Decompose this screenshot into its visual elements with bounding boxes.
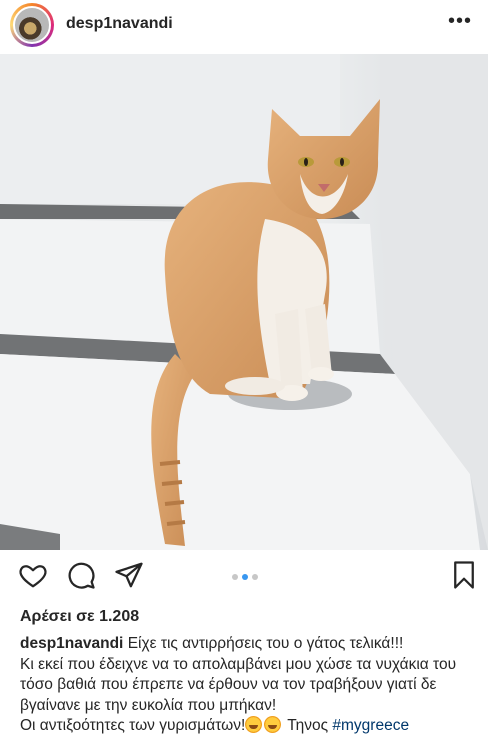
caption-line-1: Είχε τις αντιρρήσεις του ο γάτος τελικά!… [127,635,404,652]
comment-icon[interactable] [66,560,96,595]
caption-username[interactable]: desp1navandi [20,635,123,652]
carousel-dot-active [242,574,248,580]
hashtag-link[interactable]: #mygreece [332,717,409,734]
carousel-dot [252,574,258,580]
rofl-emoji-icon [264,716,282,733]
rofl-emoji-icon [245,716,263,733]
post-photo[interactable] [0,54,488,550]
avatar-story-ring[interactable] [10,3,54,47]
action-bar [0,560,488,598]
carousel-indicator [232,574,258,580]
heart-icon[interactable] [18,560,48,595]
carousel-dot [232,574,238,580]
send-icon[interactable] [114,560,144,595]
post-header: desp1navandi ••• [0,0,488,54]
likes-count[interactable]: Αρέσει σε 1.208 [20,608,139,626]
bookmark-icon[interactable] [450,560,478,595]
more-options-icon[interactable]: ••• [448,10,472,33]
caption-line-3: Οι αντιξοότητες των γυρισμάτων! [20,717,246,734]
username[interactable]: desp1navandi [66,15,173,33]
caption-line-2: Κι εκεί που έδειχνε να το απολαμβάνει μο… [20,655,457,714]
post-caption: desp1navandi Είχε τις αντιρρήσεις του ο … [20,634,480,737]
avatar[interactable] [13,6,51,44]
caption-location: Τηνος [287,717,329,734]
cat-photo-illustration [0,54,488,550]
